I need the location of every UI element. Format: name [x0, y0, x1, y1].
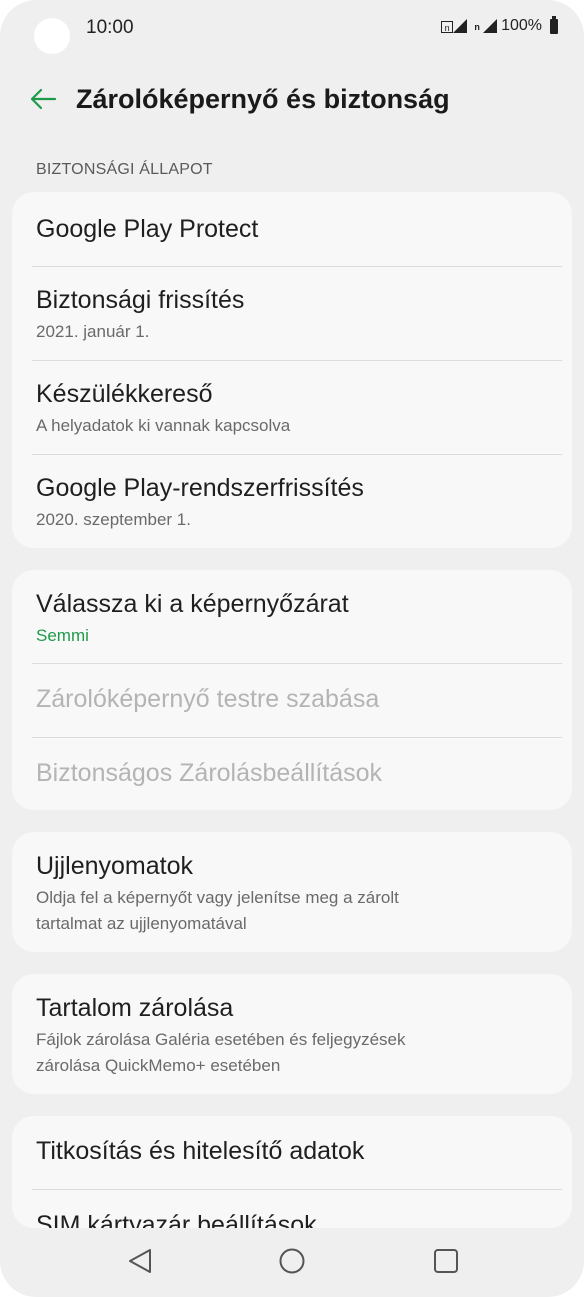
battery-icon: [550, 15, 558, 34]
item-title: Ujjlenyomatok: [36, 852, 194, 880]
sim-indicator: n: [441, 21, 454, 33]
item-title: Google Play Protect: [36, 215, 259, 243]
item-subtitle-line-1: Oldja fel a képernyőt vagy jelenítse meg…: [36, 888, 399, 907]
phone-screen: 10:00 n n 100% Zárolóképernyő és biztons…: [0, 0, 584, 1297]
arrow-left-icon[interactable]: [28, 84, 58, 114]
app-header: Zárolóképernyő és biztonság: [0, 72, 584, 128]
screen-lock-card: Válassza ki a képernyőzárat Semmi Zároló…: [12, 570, 572, 810]
encryption-credentials-item[interactable]: Titkosítás és hitelesítő adatok: [12, 1116, 572, 1189]
device-finder-item[interactable]: Készülékkereső A helyadatok ki vannak ka…: [12, 361, 572, 454]
item-title: Zárolóképernyő testre szabása: [36, 685, 380, 713]
customize-lock-screen-item[interactable]: Zárolóképernyő testre szabása: [12, 664, 572, 737]
signal-bars-icon: [453, 19, 468, 33]
secure-lock-settings-item[interactable]: Biztonságos Zárolásbeállítások: [12, 738, 572, 810]
item-subtitle: Semmi: [36, 626, 89, 645]
item-title: Válassza ki a képernyőzárat: [36, 590, 349, 618]
battery-percent: 100%: [501, 17, 542, 34]
signal-icon: n: [441, 19, 468, 33]
content-lock-item[interactable]: Tartalom zárolása Fájlok zárolása Galéri…: [12, 974, 572, 1094]
google-play-system-update-item[interactable]: Google Play-rendszerfrissítés 2020. szep…: [12, 455, 572, 548]
sim-lock-settings-item[interactable]: SIM kártyazár beállítások: [12, 1190, 572, 1228]
item-title: Google Play-rendszerfrissítés: [36, 474, 364, 502]
fingerprints-item[interactable]: Ujjlenyomatok Oldja fel a képernyőt vagy…: [12, 832, 572, 952]
section-label-security-status: BIZTONSÁGI ÁLLAPOT: [36, 161, 213, 178]
item-subtitle-line-2: zárolása QuickMemo+ esetében: [36, 1056, 281, 1075]
item-title: Titkosítás és hitelesítő adatok: [36, 1137, 365, 1165]
signal-icon-2: n: [471, 19, 498, 33]
select-screen-lock-item[interactable]: Válassza ki a képernyőzárat Semmi: [12, 570, 572, 663]
security-update-item[interactable]: Biztonsági frissítés 2021. január 1.: [12, 267, 572, 360]
content-lock-card: Tartalom zárolása Fájlok zárolása Galéri…: [12, 974, 572, 1094]
item-subtitle: A helyadatok ki vannak kapcsolva: [36, 416, 291, 435]
item-subtitle: 2020. szeptember 1.: [36, 510, 191, 529]
page-title: Zárolóképernyő és biztonság: [76, 84, 450, 114]
back-triangle-icon[interactable]: [115, 1236, 165, 1286]
sim-indicator-2: n: [474, 22, 480, 32]
home-circle-icon[interactable]: [267, 1236, 317, 1286]
recents-square-icon[interactable]: [421, 1236, 471, 1286]
fingerprints-card: Ujjlenyomatok Oldja fel a képernyőt vagy…: [12, 832, 572, 952]
status-icons: n n 100%: [441, 15, 558, 35]
navigation-bar: [0, 1232, 584, 1297]
item-subtitle-line-1: Fájlok zárolása Galéria esetében és felj…: [36, 1030, 406, 1049]
item-subtitle-line-2: tartalmat az ujjlenyomatával: [36, 914, 247, 933]
encryption-card: Titkosítás és hitelesítő adatok SIM kárt…: [12, 1116, 572, 1228]
item-subtitle: 2021. január 1.: [36, 322, 150, 341]
status-bar: 10:00 n n 100%: [0, 0, 584, 60]
item-title: Készülékkereső: [36, 380, 213, 408]
item-title: Tartalom zárolása: [36, 994, 234, 1022]
item-title: Biztonságos Zárolásbeállítások: [36, 759, 383, 787]
signal-bars-icon-2: [483, 19, 498, 33]
security-status-card: Google Play Protect Biztonsági frissítés…: [12, 192, 572, 548]
status-time: 10:00: [86, 17, 134, 38]
camera-cutout: [34, 18, 70, 54]
item-title: Biztonsági frissítés: [36, 286, 245, 314]
google-play-protect-item[interactable]: Google Play Protect: [12, 192, 572, 266]
item-title: SIM kártyazár beállítások: [36, 1211, 317, 1228]
